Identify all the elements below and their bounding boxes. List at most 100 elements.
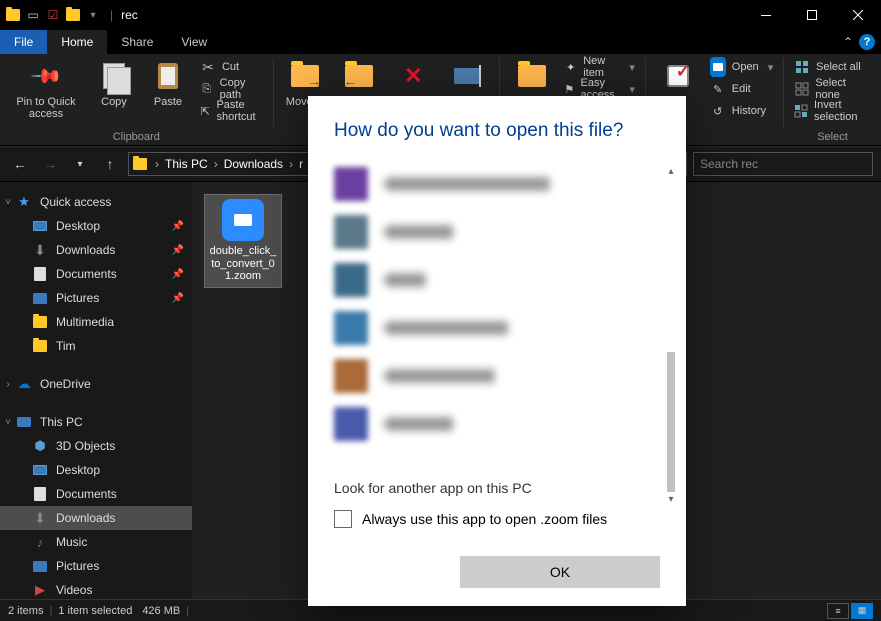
rename-button[interactable] <box>441 56 493 96</box>
item-count: 2 items <box>8 605 43 617</box>
sidebar-item-pictures2[interactable]: Pictures <box>0 554 192 578</box>
chevron-right-icon[interactable]: › <box>287 157 295 171</box>
cube-icon: ⬢ <box>32 438 48 454</box>
copy-button[interactable]: Copy <box>88 56 140 112</box>
edit-button[interactable]: ✎Edit <box>706 78 777 100</box>
tab-file[interactable]: File <box>0 30 47 54</box>
breadcrumb-segment[interactable]: Downloads <box>220 157 287 171</box>
download-icon: ⬇ <box>32 510 48 526</box>
cut-button[interactable]: ✂Cut <box>196 56 267 78</box>
sidebar-item-desktop[interactable]: Desktop📌 <box>0 214 192 238</box>
back-button[interactable]: ← <box>8 152 32 176</box>
expand-icon[interactable]: › <box>2 379 14 390</box>
up-button[interactable]: ↑ <box>98 152 122 176</box>
copyto-icon <box>345 65 373 87</box>
sidebar-item-pictures[interactable]: Pictures📌 <box>0 286 192 310</box>
file-item-zoom[interactable]: double_click_to_convert_01.zoom <box>204 194 282 288</box>
desktop-icon <box>32 218 48 234</box>
open-with-dialog: How do you want to open this file? ▴ ▾ L… <box>308 96 686 606</box>
new-folder-button[interactable] <box>506 56 558 96</box>
folder-icon <box>64 6 82 24</box>
sidebar-item-3d-objects[interactable]: ⬢3D Objects <box>0 434 192 458</box>
app-option[interactable] <box>334 304 660 352</box>
chevron-right-icon[interactable]: › <box>212 157 220 171</box>
close-button[interactable] <box>835 0 881 30</box>
delete-button[interactable]: ✕ <box>387 56 439 96</box>
document-icon <box>32 266 48 282</box>
expand-icon[interactable]: ˅ <box>2 417 14 428</box>
always-use-checkbox[interactable] <box>334 510 352 528</box>
pin-quick-access-button[interactable]: 📌 Pin to Quick access <box>6 56 86 124</box>
qat-properties-icon[interactable]: ▭ <box>24 6 42 24</box>
app-name <box>384 273 660 287</box>
pictures-icon <box>32 290 48 306</box>
scroll-down-icon[interactable]: ▾ <box>664 492 678 506</box>
copy-path-button[interactable]: ⎘Copy path <box>196 78 267 100</box>
copy-to-button[interactable] <box>333 56 385 96</box>
minimize-button[interactable] <box>743 0 789 30</box>
folder-icon <box>4 6 22 24</box>
star-icon: ★ <box>16 194 32 210</box>
app-option[interactable] <box>334 256 660 304</box>
icons-view-button[interactable]: ▦ <box>851 603 873 619</box>
details-view-button[interactable]: ≡ <box>827 603 849 619</box>
ok-button[interactable]: OK <box>460 556 660 588</box>
look-for-app-link[interactable]: Look for another app on this PC <box>334 480 660 496</box>
sidebar-item-onedrive[interactable]: ›☁OneDrive <box>0 372 192 396</box>
app-option[interactable] <box>334 160 660 208</box>
paste-button[interactable]: Paste <box>142 56 194 112</box>
app-list[interactable]: ▴ ▾ <box>334 160 660 462</box>
sidebar-item-tim[interactable]: Tim <box>0 334 192 358</box>
maximize-button[interactable] <box>789 0 835 30</box>
history-button[interactable]: ↺History <box>706 100 777 122</box>
sidebar-item-desktop2[interactable]: Desktop <box>0 458 192 482</box>
sidebar-item-quick-access[interactable]: ˅★Quick access <box>0 190 192 214</box>
ribbon-collapse-icon[interactable]: ⌃ <box>843 35 853 49</box>
video-icon: ▶ <box>32 582 48 598</box>
selectall-icon <box>794 59 810 75</box>
help-icon[interactable]: ? <box>859 34 875 50</box>
new-item-button[interactable]: ✦New item▾ <box>560 56 639 78</box>
paste-shortcut-button[interactable]: ⇱Paste shortcut <box>196 100 267 122</box>
app-option[interactable] <box>334 400 660 448</box>
scroll-up-icon[interactable]: ▴ <box>664 164 678 178</box>
properties-button[interactable] <box>652 56 704 96</box>
edit-icon: ✎ <box>710 81 726 97</box>
sidebar-item-documents[interactable]: Documents📌 <box>0 262 192 286</box>
sidebar-item-downloads[interactable]: ⬇Downloads📌 <box>0 238 192 262</box>
open-button[interactable]: Open▾ <box>706 56 777 78</box>
selection-info: 1 item selected <box>58 605 132 617</box>
chevron-right-icon[interactable]: › <box>153 157 161 171</box>
chevron-down-icon: ▾ <box>629 61 635 74</box>
select-all-button[interactable]: Select all <box>790 56 875 78</box>
forward-button[interactable]: → <box>38 152 62 176</box>
qat-dropdown-icon[interactable]: ▾ <box>84 6 102 24</box>
breadcrumb-segment[interactable]: r <box>295 157 307 171</box>
sidebar-item-videos[interactable]: ▶Videos <box>0 578 192 599</box>
tab-home[interactable]: Home <box>47 30 107 54</box>
recent-locations-button[interactable]: ▾ <box>68 152 92 176</box>
sidebar-item-documents2[interactable]: Documents <box>0 482 192 506</box>
qat-checklist-icon[interactable]: ☑ <box>44 6 62 24</box>
navigation-pane[interactable]: ˅★Quick access Desktop📌 ⬇Downloads📌 Docu… <box>0 182 192 599</box>
invert-selection-button[interactable]: Invert selection <box>790 100 875 122</box>
dialog-scrollbar[interactable]: ▴ ▾ <box>664 164 678 506</box>
tab-share[interactable]: Share <box>107 30 167 54</box>
tab-view[interactable]: View <box>167 30 221 54</box>
scroll-thumb[interactable] <box>667 352 675 492</box>
app-option[interactable] <box>334 352 660 400</box>
sidebar-item-this-pc[interactable]: ˅This PC <box>0 410 192 434</box>
expand-icon[interactable]: ˅ <box>2 197 14 208</box>
sidebar-item-multimedia[interactable]: Multimedia <box>0 310 192 334</box>
moveto-icon <box>291 65 319 87</box>
always-use-row[interactable]: Always use this app to open .zoom files <box>334 510 660 528</box>
select-none-button[interactable]: Select none <box>790 78 875 100</box>
pictures-icon <box>32 558 48 574</box>
sidebar-item-music[interactable]: ♪Music <box>0 530 192 554</box>
selection-size: 426 MB <box>142 605 180 617</box>
sidebar-item-downloads2[interactable]: ⬇Downloads <box>0 506 192 530</box>
shortcut-icon: ⇱ <box>200 103 210 119</box>
breadcrumb-segment[interactable]: This PC <box>161 157 212 171</box>
search-input[interactable]: Search rec <box>693 152 873 176</box>
app-option[interactable] <box>334 208 660 256</box>
